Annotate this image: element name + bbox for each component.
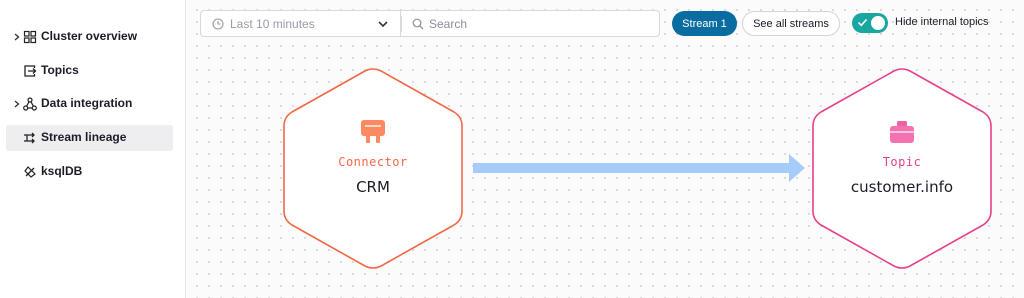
connector-node[interactable]: Connector CRM (283, 67, 463, 270)
grid-icon (23, 30, 37, 44)
chevron-right-icon[interactable] (12, 30, 22, 44)
node-name: customer.info (850, 178, 954, 196)
lineage-icon (24, 132, 35, 144)
sidebar-item-stream-lineage[interactable]: Stream lineage (6, 125, 173, 151)
node-name: CRM (356, 178, 390, 196)
sidebar-item-label: ksqlDB (41, 164, 83, 178)
topic-node[interactable]: Topic customer.info (812, 67, 992, 270)
briefcase-icon (890, 121, 914, 143)
sidebar: Cluster overview Topics Data integration… (0, 0, 186, 298)
search-icon (412, 18, 424, 30)
stream-1-button[interactable]: Stream 1 (672, 11, 737, 36)
search-input[interactable] (429, 15, 649, 33)
sidebar-item-ksqldb[interactable]: ksqlDB (6, 159, 173, 185)
sidebar-item-topics[interactable]: Topics (6, 58, 173, 84)
sidebar-item-label: Cluster overview (41, 29, 138, 43)
search-field[interactable] (400, 10, 660, 37)
chevron-down-icon[interactable] (377, 19, 389, 29)
divider (401, 16, 402, 32)
network-icon (23, 97, 37, 111)
plug-icon (361, 120, 385, 143)
toggle-knob (871, 16, 885, 30)
sidebar-item-label: Topics (41, 63, 79, 77)
sidebar-item-cluster-overview[interactable]: Cluster overview (6, 24, 173, 50)
sidebar-item-label: Stream lineage (41, 130, 127, 144)
time-range-select[interactable]: Last 10 minutes (200, 10, 400, 37)
toggle-label: Hide internal topics (895, 16, 989, 28)
see-all-streams-button[interactable]: See all streams (742, 11, 840, 36)
clock-icon (212, 18, 224, 30)
node-type-label: Connector (338, 155, 408, 169)
hide-internal-topics-toggle[interactable] (852, 13, 888, 33)
ksqldb-icon (24, 166, 36, 178)
topics-icon (24, 65, 37, 77)
sidebar-item-data-integration[interactable]: Data integration (6, 91, 173, 117)
checkmark-icon (857, 18, 868, 27)
time-range-value: Last 10 minutes (230, 17, 315, 31)
node-type-label: Topic (882, 155, 922, 169)
chevron-right-icon[interactable] (12, 97, 22, 111)
sidebar-item-label: Data integration (41, 96, 133, 110)
lineage-edge-arrow[interactable] (473, 152, 808, 184)
